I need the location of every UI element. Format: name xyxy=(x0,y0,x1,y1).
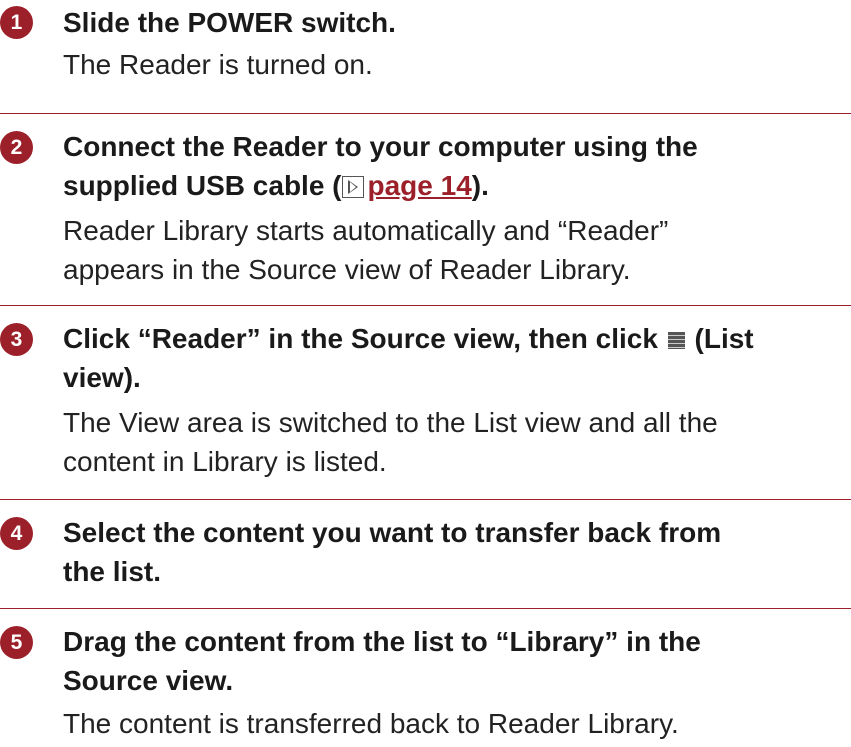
step-3-description-line1: The View area is switched to the List vi… xyxy=(63,407,718,438)
step-4-title-line2: the list. xyxy=(63,556,162,587)
step-4-title-line1: Select the content you want to transfer … xyxy=(63,517,722,548)
step-2-title-prefix: supplied USB cable ( xyxy=(63,170,342,201)
step-2-title-suffix: ). xyxy=(471,170,489,201)
divider xyxy=(0,305,851,306)
step-1-description: The Reader is turned on. xyxy=(63,49,373,80)
list-view-icon xyxy=(667,332,685,349)
step-5-title-line1: Drag the content from the list to “Libra… xyxy=(63,626,701,657)
step-2-description-line2: appears in the Source view of Reader Lib… xyxy=(63,254,631,285)
page-ref-arrow-icon xyxy=(341,176,364,198)
step-3-description-line2: content in Library is listed. xyxy=(63,446,387,477)
step-3-title-prefix: Click “Reader” in the Source view, then … xyxy=(63,323,658,354)
divider xyxy=(0,499,851,500)
step-2-number: 2 xyxy=(0,131,33,164)
step-5-description: The content is transferred back to Reade… xyxy=(63,708,679,739)
step-3-title-line1: Click “Reader” in the Source view, then … xyxy=(63,319,843,358)
step-3-title-line2: view). xyxy=(63,362,141,393)
step-2-title-line2: supplied USB cable ( page 14). xyxy=(63,166,843,205)
step-2-title-line1: Connect the Reader to your computer usin… xyxy=(63,131,698,162)
step-1-title: Slide the POWER switch. xyxy=(63,7,396,38)
divider xyxy=(0,113,851,114)
step-3-title-suffix: (List xyxy=(694,323,754,354)
divider xyxy=(0,608,851,609)
step-4-number: 4 xyxy=(0,517,33,550)
step-1-number: 1 xyxy=(0,6,33,39)
step-2-description-line1: Reader Library starts automatically and … xyxy=(63,215,669,246)
step-3-number: 3 xyxy=(0,323,33,356)
page-14-link[interactable]: page 14 xyxy=(368,170,472,201)
step-5-number: 5 xyxy=(0,626,33,659)
step-5-title-line2: Source view. xyxy=(63,665,234,696)
